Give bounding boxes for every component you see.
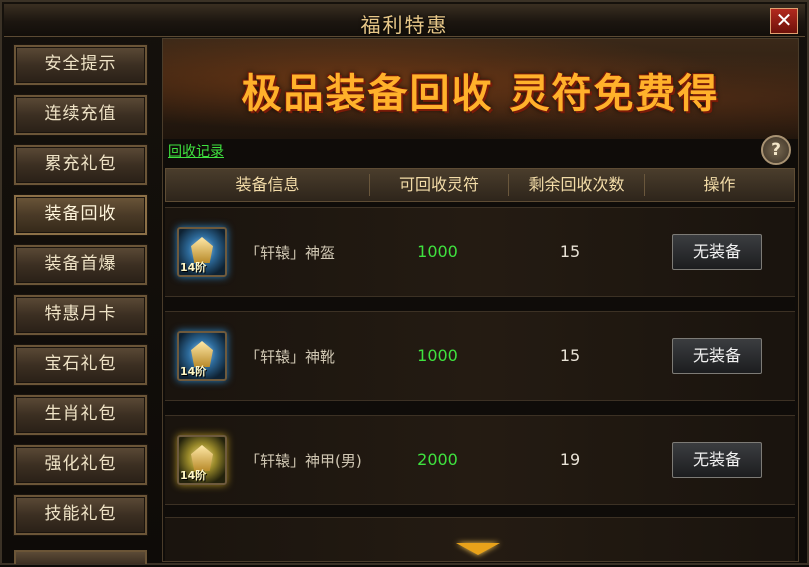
sidebar: 安全提示 连续充值 累充礼包 装备回收 装备首爆 特惠月卡 宝石礼包 生肖礼包 … <box>2 38 162 567</box>
recycle-record-link[interactable]: 回收记录 <box>168 141 224 161</box>
banner-slogan: 极品装备回收 灵符免费得 <box>241 71 720 117</box>
header-remaining-count: 剩余回收次数 <box>528 175 625 194</box>
window-title: 福利特惠 <box>360 13 449 37</box>
reward-window: 福利特惠 ✕ 安全提示 连续充值 累充礼包 装备回收 装备首爆 特惠月卡 宝石礼… <box>0 0 809 565</box>
sidebar-item-zodiac-gift[interactable]: 生肖礼包 <box>14 395 147 435</box>
header-recyclable-talisman: 可回收灵符 <box>398 175 479 194</box>
title-bar: 福利特惠 ✕ <box>4 4 805 37</box>
sidebar-item-continuous-recharge[interactable]: 连续充值 <box>14 95 147 135</box>
recycle-panel: 极品装备回收 灵符免费得 回收记录 ? 装备信息 可回收灵符 剩余回收次数 操作… <box>162 38 799 562</box>
no-equipment-button[interactable]: 无装备 <box>672 442 762 478</box>
scroll-down-icon[interactable] <box>456 543 500 555</box>
no-equipment-button[interactable]: 无装备 <box>672 338 762 374</box>
item-tier: 14阶 <box>180 261 207 274</box>
sidebar-item-enhance-gift[interactable]: 强化礼包 <box>14 445 147 485</box>
header-equipment-info: 装备信息 <box>235 175 300 194</box>
item-remaining-count: 19 <box>559 450 581 469</box>
item-name: 「轩辕」神靴 <box>245 348 336 366</box>
sidebar-item-monthly-card[interactable]: 特惠月卡 <box>14 295 147 335</box>
sidebar-item-cumulative-recharge-gift[interactable]: 累充礼包 <box>14 145 147 185</box>
armor-icon[interactable]: 14阶 <box>177 435 227 485</box>
sidebar-item-equipment-recycle[interactable]: 装备回收 <box>14 195 147 235</box>
item-tier: 14阶 <box>180 469 207 482</box>
item-name: 「轩辕」神甲(男) <box>245 452 362 470</box>
table-row: 14阶 「轩辕」神靴 1000 15 无装备 <box>165 311 795 401</box>
item-remaining-count: 15 <box>559 346 581 365</box>
promo-banner: 极品装备回收 灵符免费得 <box>163 39 798 139</box>
helmet-icon[interactable]: 14阶 <box>177 227 227 277</box>
item-tier: 14阶 <box>180 365 207 378</box>
sidebar-item-partial[interactable] <box>14 550 147 564</box>
sidebar-item-equipment-first-drop[interactable]: 装备首爆 <box>14 245 147 285</box>
sidebar-item-security-tips[interactable]: 安全提示 <box>14 45 147 85</box>
table-header: 装备信息 可回收灵符 剩余回收次数 操作 <box>165 168 795 202</box>
table-row: 14阶 「轩辕」神甲(男) 2000 19 无装备 <box>165 415 795 505</box>
boots-icon[interactable]: 14阶 <box>177 331 227 381</box>
table-row: 14阶 「轩辕」神盔 1000 15 无装备 <box>165 207 795 297</box>
item-remaining-count: 15 <box>559 242 581 261</box>
close-button[interactable]: ✕ <box>770 8 798 34</box>
sidebar-item-gem-gift[interactable]: 宝石礼包 <box>14 345 147 385</box>
close-icon: ✕ <box>775 8 793 32</box>
no-equipment-button[interactable]: 无装备 <box>672 234 762 270</box>
item-talisman-value: 2000 <box>417 450 458 469</box>
item-name: 「轩辕」神盔 <box>245 244 336 262</box>
sidebar-item-skill-gift[interactable]: 技能礼包 <box>14 495 147 535</box>
item-talisman-value: 1000 <box>417 346 458 365</box>
table-row-partial <box>165 517 795 561</box>
header-action: 操作 <box>703 175 736 194</box>
help-icon[interactable]: ? <box>761 135 791 165</box>
item-talisman-value: 1000 <box>417 242 458 261</box>
